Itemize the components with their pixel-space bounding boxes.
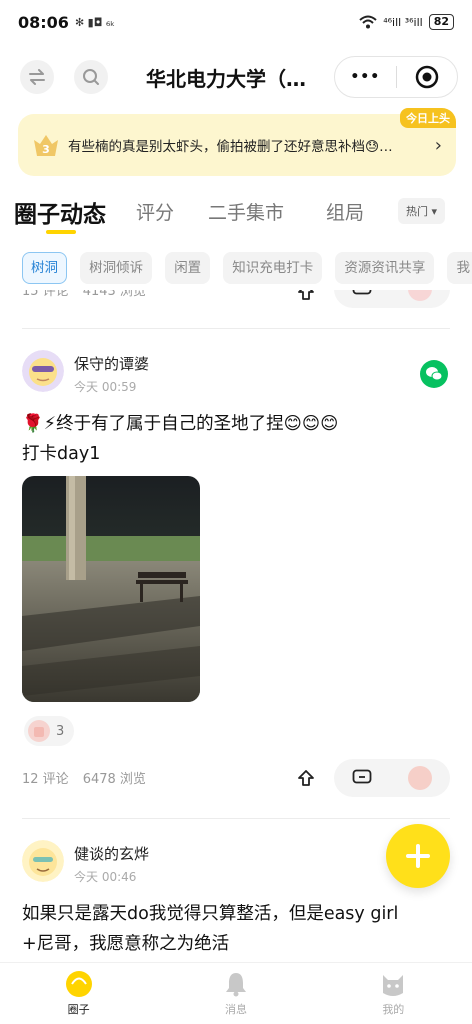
- nav-label: 我的: [382, 1003, 405, 1016]
- nav-profile[interactable]: 我的: [315, 963, 472, 1024]
- view-count: 6478 浏览: [82, 772, 146, 787]
- nav-label: 消息: [224, 1003, 247, 1016]
- post-text-line2: +尼哥，我愿意称之为绝活: [22, 934, 230, 954]
- post-username[interactable]: 保守的谭婆: [74, 353, 149, 374]
- post-username[interactable]: 健谈的玄烨: [74, 843, 149, 864]
- post-stats: 12 评论 6478 浏览: [22, 768, 160, 787]
- like-avatar-icon: [28, 720, 50, 742]
- avatar[interactable]: [22, 350, 64, 392]
- tab-meetup[interactable]: 组局: [326, 198, 364, 225]
- wechat-icon: [426, 367, 443, 381]
- category-chips: 树洞 树洞倾诉 闲置 知识充电打卡 资源资讯共享 我: [0, 252, 472, 288]
- view-count: 4143 浏览: [82, 290, 146, 299]
- status-indicators: ✻ ▮◘ ₆ₖ: [74, 15, 115, 29]
- tab-circle-feed[interactable]: 圈子动态: [14, 195, 106, 229]
- share-icon: [298, 770, 314, 786]
- user-avatar-image: [22, 840, 64, 882]
- circle-home-icon: [65, 971, 92, 997]
- comment-count: 12 评论: [22, 772, 69, 787]
- wifi-icon: [359, 15, 377, 29]
- search-icon: [83, 69, 99, 85]
- new-post-button[interactable]: [386, 824, 450, 888]
- nav-bar: 华北电力大学（… •••: [0, 50, 472, 106]
- comment-count: 15 评论: [22, 290, 69, 299]
- post-time: 今天 00:59: [74, 380, 137, 394]
- more-dots-icon: •••: [350, 69, 381, 85]
- chevron-right-icon: ›: [434, 134, 442, 156]
- post-text-line1: 如果只是露天do我觉得只算整活，但是easy girl: [22, 904, 399, 924]
- miniapp-capsule: •••: [334, 56, 458, 98]
- profile-cat-icon: [383, 975, 404, 996]
- park-bench-photo: [22, 476, 200, 702]
- nav-circle[interactable]: 圈子: [0, 963, 157, 1024]
- signal-indicators: ⁴⁶ill ³⁶ill: [383, 15, 423, 29]
- user-avatar-image: [22, 350, 64, 392]
- status-left: 08:06 ✻ ▮◘ ₆ₖ: [18, 13, 115, 32]
- post-actions: [334, 759, 450, 797]
- nav-label: 圈子: [67, 1003, 90, 1016]
- post-text-line1: 🌹⚡终于有了属于自己的圣地了捏😊😊😊: [22, 414, 339, 434]
- target-close-icon: [415, 65, 438, 89]
- status-bar: 08:06 ✻ ▮◘ ₆ₖ ⁴⁶ill ³⁶ill 82: [0, 0, 472, 44]
- hot-notice-banner[interactable]: 3 有些楠的真是别太虾头，偷拍被删了还好意思补档😓… › 今日上头: [18, 108, 456, 176]
- search-button[interactable]: [74, 60, 108, 94]
- comment-icon[interactable]: [352, 290, 372, 298]
- chip-resources[interactable]: 资源资讯共享: [335, 252, 435, 284]
- nav-messages[interactable]: 消息: [157, 963, 314, 1024]
- avatar[interactable]: [22, 840, 64, 882]
- share-icon: [298, 290, 314, 300]
- switch-button[interactable]: [20, 60, 54, 94]
- chip-more[interactable]: 我: [447, 252, 472, 284]
- page-title[interactable]: 华北电力大学（…: [146, 63, 306, 92]
- chip-tree-hole[interactable]: 树洞: [22, 252, 67, 284]
- rank-badge-icon: 3: [34, 135, 58, 156]
- close-miniapp-button[interactable]: [397, 65, 458, 89]
- status-right: ⁴⁶ill ³⁶ill 82: [359, 14, 454, 30]
- notice-text: 有些楠的真是别太虾头，偷拍被删了还好意思补档😓…: [68, 139, 393, 155]
- tab-rating[interactable]: 评分: [136, 198, 174, 225]
- plus-icon: [406, 844, 430, 868]
- chip-knowledge[interactable]: 知识充电打卡: [223, 252, 323, 284]
- tab-second-hand[interactable]: 二手集市: [208, 198, 284, 225]
- comment-icon[interactable]: [352, 769, 372, 787]
- post-time: 今天 00:46: [74, 870, 137, 884]
- bottom-nav: 圈子 消息 我的: [0, 962, 472, 1024]
- post-divider: [22, 818, 450, 819]
- post-text-line2: 打卡day1: [22, 444, 101, 464]
- switch-arrows-icon: [29, 69, 45, 85]
- chip-confession[interactable]: 树洞倾诉: [80, 252, 153, 284]
- more-button[interactable]: •••: [335, 69, 396, 85]
- like-summary[interactable]: 3: [24, 716, 75, 746]
- status-time: 08:06: [18, 12, 69, 32]
- active-tab-indicator: [46, 230, 76, 234]
- like-count: 3: [56, 723, 65, 739]
- reaction-avatar[interactable]: [408, 290, 432, 301]
- bell-icon: [225, 973, 246, 997]
- prev-post-stats: 15 评论 4143 浏览: [22, 290, 160, 299]
- share-button[interactable]: [292, 290, 320, 304]
- share-button[interactable]: [292, 766, 320, 790]
- chip-idle[interactable]: 闲置: [165, 252, 211, 284]
- post-divider: [22, 328, 450, 329]
- rank-number: 3: [42, 143, 50, 156]
- today-hot-tag: 今日上头: [400, 108, 456, 128]
- prev-post-actions: [334, 290, 450, 308]
- sort-dropdown[interactable]: 热门 ▾: [398, 198, 446, 224]
- wechat-share-button[interactable]: [420, 360, 448, 388]
- post-photo[interactable]: [22, 476, 200, 702]
- reaction-avatar[interactable]: [408, 766, 432, 790]
- main-tabs: 圈子动态 评分 二手集市 组局 热门 ▾: [0, 190, 472, 236]
- battery-indicator: 82: [428, 14, 454, 30]
